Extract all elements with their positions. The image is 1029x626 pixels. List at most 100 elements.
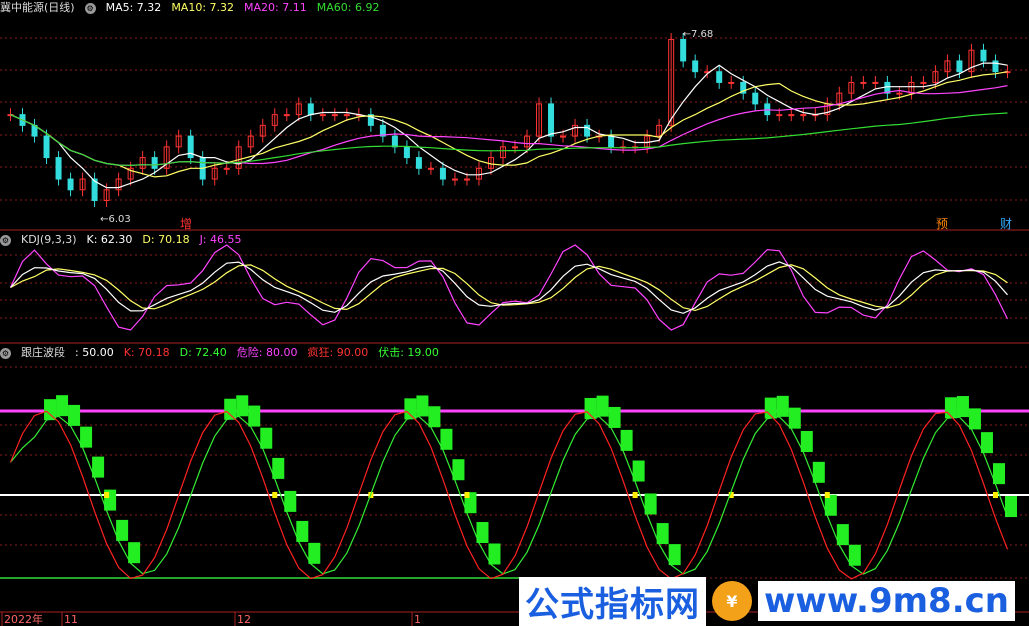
- candle-body: [560, 135, 567, 138]
- band-block: [68, 404, 81, 426]
- event-marker: 增: [180, 217, 192, 231]
- signal-dot: [104, 492, 110, 498]
- band-d: D: 72.40: [179, 346, 227, 359]
- band-mid: : 50.00: [75, 346, 114, 359]
- signal-dot: [464, 492, 470, 498]
- candle-body: [55, 157, 62, 180]
- ma10-label: MA10: 7.32: [171, 1, 235, 14]
- high-label: ←7.68: [683, 29, 714, 40]
- band-block: [404, 398, 417, 420]
- candle-body: [776, 114, 783, 117]
- candle-body: [67, 178, 74, 191]
- candle-body: [415, 157, 422, 169]
- candle-body: [956, 60, 963, 73]
- event-marker: 预: [936, 217, 948, 231]
- settings-icon[interactable]: ⚙: [84, 2, 96, 14]
- candle-body: [896, 92, 903, 95]
- candle-body: [403, 146, 410, 159]
- settings-icon[interactable]: ⚙: [0, 234, 11, 246]
- band-title: 跟庄波段: [21, 346, 65, 359]
- settings-icon[interactable]: ⚙: [0, 347, 11, 359]
- xaxis-label: 12: [237, 613, 251, 626]
- candle-body: [920, 81, 927, 84]
- band-k: K: 70.18: [123, 346, 170, 359]
- low-label: ←6.03: [100, 214, 131, 225]
- candle-body: [223, 167, 230, 170]
- stock-title: 冀中能源(日线): [0, 1, 75, 14]
- band-ambush: 伏击: 19.00: [378, 346, 439, 359]
- candle-body: [608, 135, 615, 148]
- band-block: [980, 432, 993, 454]
- band-block: [128, 542, 141, 564]
- band-block: [428, 406, 441, 428]
- event-marker: 财: [1000, 217, 1012, 231]
- band-block: [224, 398, 237, 420]
- panel1-header: 冀中能源(日线) ⚙ MA5: 7.32 MA10: 7.32 MA20: 7.…: [0, 0, 379, 16]
- band-block: [260, 427, 273, 449]
- ma20-label: MA20: 7.11: [244, 1, 307, 14]
- candle-body: [716, 71, 723, 83]
- candle-body: [548, 103, 555, 137]
- xaxis-label: 2022年: [4, 612, 43, 626]
- candle-body: [512, 146, 518, 149]
- watermark-right: www.9m8.cn: [758, 581, 1015, 621]
- candle-body: [43, 135, 50, 159]
- candle-body: [860, 81, 867, 84]
- band-block: [608, 406, 621, 428]
- band-crazy: 疯狂: 90.00: [307, 346, 369, 359]
- band-block: [248, 405, 261, 427]
- candle-body: [788, 114, 795, 117]
- candle-body: [692, 60, 699, 73]
- signal-dot: [824, 492, 830, 498]
- ma5-label: MA5: 7.32: [105, 1, 162, 14]
- ma60-line: [10, 112, 1008, 167]
- xaxis-label: 11: [64, 613, 78, 626]
- kdj-j-line: [9, 244, 1009, 331]
- candle-body: [451, 178, 458, 181]
- panel3-header: ⚙ 跟庄波段 : 50.00 K: 70.18 D: 72.40 危险: 80.…: [0, 345, 439, 361]
- watermark-left: 公式指标网: [519, 576, 706, 626]
- signal-dot: [632, 492, 638, 498]
- candle-body: [283, 114, 290, 117]
- candle-body: [391, 135, 398, 148]
- logo-icon: ¥: [712, 581, 752, 621]
- candle-body: [343, 114, 350, 117]
- band-block: [596, 395, 609, 417]
- watermark: 公式指标网 ¥ www.9m8.cn: [519, 576, 1029, 626]
- band-block: [308, 542, 321, 564]
- candle-body: [331, 114, 338, 117]
- xaxis-label: 1: [414, 613, 421, 626]
- kdj-d: D: 70.18: [142, 233, 190, 246]
- candle-body: [752, 92, 759, 105]
- band-block: [776, 395, 789, 417]
- kdj-title: KDJ(9,3,3): [21, 233, 77, 246]
- ma60-label: MA60: 6.92: [316, 1, 380, 14]
- band-block: [416, 395, 429, 417]
- chart-canvas: ←7.68 ←6.03 增 预 财 2022年 11 12 1: [0, 29, 1029, 626]
- band-block: [848, 544, 861, 566]
- band-block: [236, 395, 249, 417]
- band-block: [440, 428, 453, 450]
- band-block: [80, 426, 93, 448]
- candle-body: [151, 157, 158, 169]
- kdj-j: J: 46.55: [199, 233, 242, 246]
- band-block: [56, 395, 69, 417]
- candle-body: [463, 178, 470, 181]
- band-danger: 危险: 80.00: [236, 346, 298, 359]
- band-block: [800, 431, 813, 453]
- band-block: [788, 407, 801, 429]
- candle-body: [439, 167, 446, 180]
- band-block: [944, 397, 957, 419]
- band-block: [956, 396, 969, 418]
- band-block: [488, 543, 501, 565]
- ma10-line: [10, 71, 1008, 178]
- signal-dot: [992, 492, 998, 498]
- candle-body: [800, 114, 807, 117]
- candle-body: [427, 167, 434, 170]
- panel2-header: ⚙ KDJ(9,3,3) K: 62.30 D: 70.18 J: 46.55: [0, 232, 242, 248]
- kdj-k: K: 62.30: [86, 233, 133, 246]
- candle-body: [680, 38, 687, 62]
- signal-dot: [272, 492, 278, 498]
- candle-body: [307, 103, 314, 116]
- band-block: [668, 544, 681, 566]
